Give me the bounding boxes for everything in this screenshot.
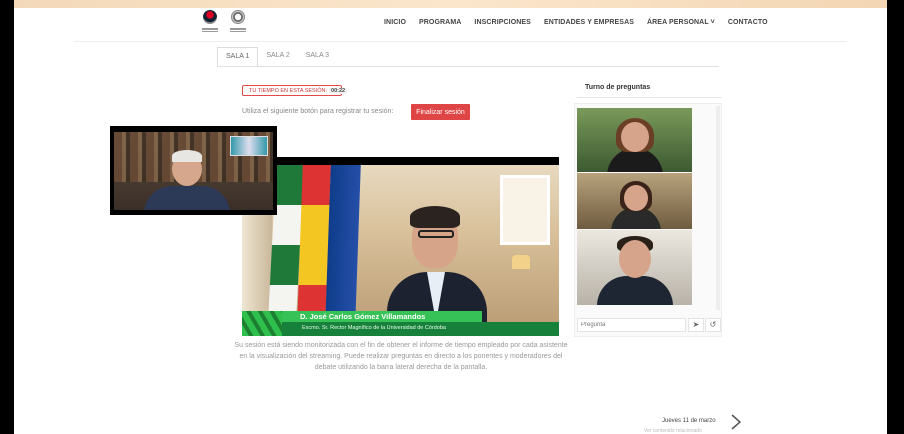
nav-programa[interactable]: PROGRAMA <box>419 19 461 26</box>
chevron-right-icon[interactable] <box>728 414 744 430</box>
participant-video-2[interactable] <box>577 173 692 229</box>
nav-inicio[interactable]: INICIO <box>384 19 406 26</box>
questions-panel <box>574 103 722 337</box>
next-day-label[interactable]: Jueves 11 de marzo <box>662 418 716 424</box>
questions-title: Turno de preguntas <box>585 84 651 91</box>
questions-divider <box>577 97 722 98</box>
university-crest-icon <box>203 10 217 24</box>
background-lamp <box>512 255 530 269</box>
header-divider <box>74 41 847 42</box>
question-input[interactable] <box>577 318 686 332</box>
eu-flag <box>325 165 361 325</box>
wall-picture <box>230 136 268 156</box>
speaker-role: Excmo. Sr. Rector Magnífico de la Univer… <box>282 322 559 336</box>
timer-label: TU TIEMPO EN ESTA SESIÓN: <box>249 88 328 94</box>
room-tabs: SALA 1 SALA 2 SALA 3 <box>217 47 337 67</box>
participant-video-3[interactable] <box>577 230 692 305</box>
tabs-divider <box>217 66 719 67</box>
send-icon: ➤ <box>692 320 700 329</box>
session-timer: TU TIEMPO EN ESTA SESIÓN: 00:22 <box>242 85 348 96</box>
main-video-player[interactable]: D. José Carlos Gómez Villamandos Excmo. … <box>242 157 559 336</box>
send-question-button[interactable]: ➤ <box>688 318 704 332</box>
overlay-video-frame <box>114 132 273 210</box>
nav-area-personal[interactable]: ÁREA PERSONAL ˅ <box>647 19 715 26</box>
overlay-speaker-figure <box>144 150 230 210</box>
monitoring-notice: Su sesión está siendo monitorizada con e… <box>234 342 568 371</box>
end-session-button[interactable]: Finalizar sesión <box>411 104 470 120</box>
faculty-seal-icon <box>231 10 245 24</box>
lower-third: D. José Carlos Gómez Villamandos Excmo. … <box>242 311 559 336</box>
tab-sala-1[interactable]: SALA 1 <box>217 47 259 67</box>
nav-inscripciones[interactable]: INSCRIPCIONES <box>474 19 531 26</box>
next-day-subtitle: Ver contenido relacionado <box>644 428 702 434</box>
timer-value: 00:22 <box>329 88 348 94</box>
main-nav: INICIO PROGRAMA INSCRIPCIONES ENTIDADES … <box>384 19 768 26</box>
faculty-logo[interactable] <box>228 10 248 40</box>
top-banner-strip <box>14 0 887 8</box>
tab-sala-3[interactable]: SALA 3 <box>298 47 337 67</box>
university-logo[interactable] <box>200 10 220 40</box>
browser-page: INICIO PROGRAMA INSCRIPCIONES ENTIDADES … <box>14 0 887 434</box>
nav-contacto[interactable]: CONTACTO <box>728 19 768 26</box>
speaker-name: D. José Carlos Gómez Villamandos <box>282 311 482 322</box>
participant-video-1[interactable] <box>577 108 692 172</box>
questions-scrollbar[interactable] <box>716 106 720 310</box>
site-header: INICIO PROGRAMA INSCRIPCIONES ENTIDADES … <box>14 8 887 42</box>
nav-entidades[interactable]: ENTIDADES Y EMPRESAS <box>544 19 634 26</box>
overlay-video[interactable] <box>110 126 277 215</box>
reset-icon: ↺ <box>709 320 717 329</box>
background-window <box>500 175 550 245</box>
reset-question-button[interactable]: ↺ <box>705 318 721 332</box>
tab-sala-2[interactable]: SALA 2 <box>258 47 297 67</box>
session-instruction: Utiliza el siguiente botón para registra… <box>242 108 394 115</box>
